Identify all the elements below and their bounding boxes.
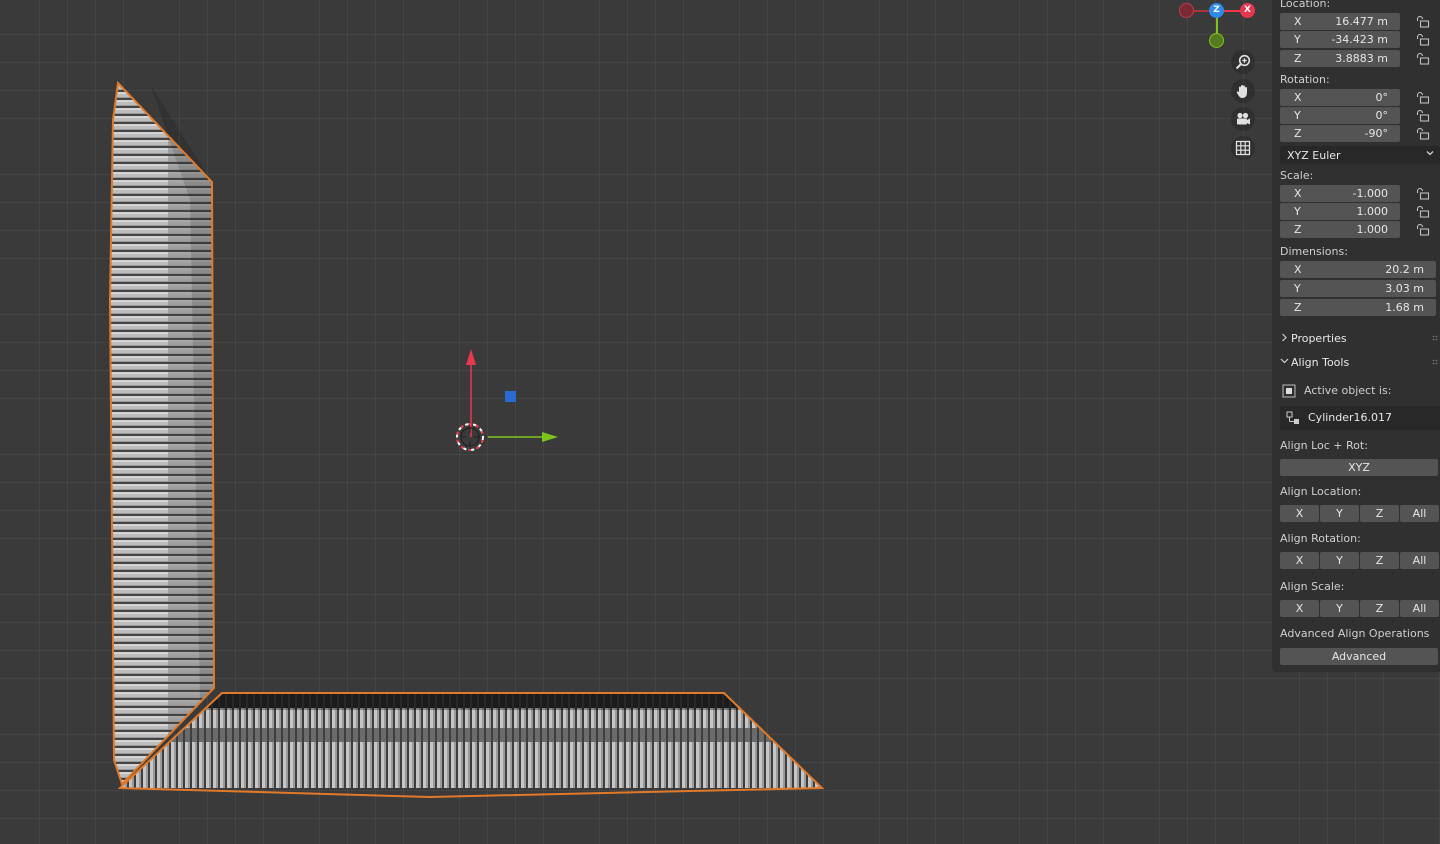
- align-rotation-z-button[interactable]: Z: [1360, 552, 1399, 569]
- z-arrow-handle[interactable]: [466, 349, 476, 365]
- align-location-x-button[interactable]: X: [1280, 505, 1319, 522]
- scale-x-lock-icon[interactable]: [1416, 187, 1430, 200]
- location-label: Location:: [1280, 0, 1331, 10]
- scale-x-field[interactable]: X -1.000: [1280, 185, 1400, 202]
- scene: [108, 80, 825, 799]
- align-scale-x-button[interactable]: X: [1280, 600, 1319, 617]
- dimensions-z-field[interactable]: Z 1.68 m: [1280, 299, 1436, 316]
- active-object-field[interactable]: Cylinder16.017: [1280, 406, 1440, 430]
- chevron-down-icon: [1426, 151, 1434, 156]
- align-location-y-button[interactable]: Y: [1320, 505, 1359, 522]
- active-object-label: Active object is:: [1304, 384, 1392, 397]
- horizontal-cylinder-array[interactable]: [117, 692, 825, 799]
- neg-x-axis-ball[interactable]: [1179, 3, 1194, 18]
- properties-section-header[interactable]: Properties: [1280, 329, 1440, 349]
- location-z-field[interactable]: Z 3.8883 m: [1280, 50, 1400, 67]
- y-arrow-handle[interactable]: [542, 432, 558, 442]
- location-x-field[interactable]: X 16.477 m: [1280, 13, 1400, 30]
- mesh-object-icon: [1286, 411, 1299, 424]
- camera-view-button[interactable]: [1231, 107, 1255, 131]
- 3d-viewport[interactable]: Z X: [0, 0, 1272, 844]
- 3d-cursor-icon: [456, 423, 484, 451]
- align-tools-section-header[interactable]: Align Tools: [1280, 353, 1440, 373]
- sidebar-panel: Location: X 16.477 m Y -34.423 m Z 3.888…: [1272, 0, 1440, 672]
- scale-y-lock-icon[interactable]: [1416, 205, 1430, 218]
- rotation-y-lock-icon[interactable]: [1416, 109, 1430, 122]
- advanced-align-label: Advanced Align Operations: [1280, 627, 1430, 640]
- align-scale-y-button[interactable]: Y: [1320, 600, 1359, 617]
- zoom-button[interactable]: [1231, 50, 1255, 74]
- align-location-label: Align Location:: [1280, 485, 1362, 498]
- location-y-field[interactable]: Y -34.423 m: [1280, 31, 1400, 48]
- toggle-ortho-button[interactable]: [1231, 136, 1255, 160]
- align-location-z-button[interactable]: Z: [1360, 505, 1399, 522]
- drag-grip-icon[interactable]: [1432, 335, 1438, 341]
- hand-pan-icon: [1236, 85, 1247, 98]
- align-rotation-label: Align Rotation:: [1280, 532, 1361, 545]
- rotation-z-field[interactable]: Z -90°: [1280, 125, 1400, 142]
- z-axis-ball[interactable]: Z: [1209, 3, 1224, 18]
- align-loc-rot-label: Align Loc + Rot:: [1280, 439, 1368, 452]
- rotation-label: Rotation:: [1280, 73, 1330, 86]
- align-rotation-all-button[interactable]: All: [1400, 552, 1439, 569]
- align-scale-label: Align Scale:: [1280, 580, 1345, 593]
- advanced-button[interactable]: Advanced: [1280, 648, 1438, 665]
- align-loc-rot-xyz-button[interactable]: XYZ: [1280, 459, 1438, 476]
- align-scale-z-button[interactable]: Z: [1360, 600, 1399, 617]
- rotation-z-lock-icon[interactable]: [1416, 127, 1430, 140]
- chevron-right-icon: [1282, 333, 1287, 342]
- vertical-cylinder-array[interactable]: [108, 80, 216, 786]
- plane-handle[interactable]: [505, 391, 516, 402]
- align-rotation-x-button[interactable]: X: [1280, 552, 1319, 569]
- pan-button[interactable]: [1231, 79, 1255, 103]
- drag-grip-icon[interactable]: [1432, 359, 1438, 365]
- scale-y-field[interactable]: Y 1.000: [1280, 203, 1400, 220]
- align-location-all-button[interactable]: All: [1400, 505, 1439, 522]
- scale-z-lock-icon[interactable]: [1416, 223, 1430, 236]
- transform-gizmo[interactable]: [466, 349, 558, 442]
- align-scale-all-button[interactable]: All: [1400, 600, 1439, 617]
- dimensions-x-field[interactable]: X 20.2 m: [1280, 261, 1436, 278]
- location-y-lock-icon[interactable]: [1416, 33, 1430, 46]
- object-select-icon: [1282, 384, 1296, 398]
- rotation-x-field[interactable]: X 0°: [1280, 89, 1400, 106]
- chevron-down-icon: [1280, 358, 1289, 364]
- rotation-x-lock-icon[interactable]: [1416, 91, 1430, 104]
- rotation-y-field[interactable]: Y 0°: [1280, 107, 1400, 124]
- dimensions-label: Dimensions:: [1280, 245, 1348, 258]
- scale-z-field[interactable]: Z 1.000: [1280, 221, 1400, 238]
- dimensions-y-field[interactable]: Y 3.03 m: [1280, 280, 1436, 297]
- align-rotation-y-button[interactable]: Y: [1320, 552, 1359, 569]
- y-axis-ball[interactable]: [1209, 33, 1224, 48]
- location-x-lock-icon[interactable]: [1416, 15, 1430, 28]
- x-axis-ball[interactable]: X: [1240, 3, 1255, 18]
- camera-icon: [1237, 112, 1250, 125]
- rotation-mode-dropdown[interactable]: XYZ Euler: [1280, 146, 1440, 164]
- zoom-icon: [1235, 54, 1251, 70]
- grid-icon: [1235, 140, 1251, 156]
- location-z-lock-icon[interactable]: [1416, 52, 1430, 65]
- scale-label: Scale:: [1280, 169, 1314, 182]
